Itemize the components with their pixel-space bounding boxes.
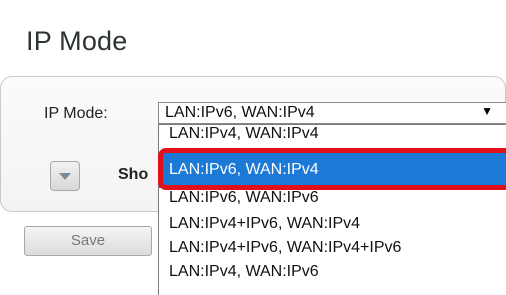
- ip-mode-select[interactable]: LAN:IPv6, WAN:IPv4 ▼: [158, 102, 506, 124]
- dropdown-option-lan-ipv6-wan-ipv6[interactable]: LAN:IPv6, WAN:IPv6: [159, 186, 506, 210]
- dropdown-option-lan-ipv4-wan-ipv4[interactable]: LAN:IPv4, WAN:IPv4: [159, 125, 506, 146]
- expand-toggle-button[interactable]: [50, 161, 80, 191]
- dropdown-option-lan-ipv4ipv6-wan-ipv4ipv6[interactable]: LAN:IPv4+IPv6, WAN:IPv4+IPv6: [159, 236, 506, 260]
- ip-mode-select-value: LAN:IPv6, WAN:IPv4: [165, 104, 315, 121]
- save-button[interactable]: Save: [24, 226, 152, 256]
- page-title: IP Mode: [26, 26, 128, 56]
- ip-mode-dropdown-list: LAN:IPv4, WAN:IPv4 LAN:IPv6, WAN:IPv4 LA…: [158, 124, 506, 295]
- dropdown-option-lan-ipv4ipv6-wan-ipv4[interactable]: LAN:IPv4+IPv6, WAN:IPv4: [159, 212, 506, 236]
- triangle-down-icon: [59, 173, 71, 180]
- ip-mode-label: IP Mode:: [44, 105, 108, 122]
- show-label: Sho: [118, 166, 149, 183]
- dropdown-option-lan-ipv6-wan-ipv4[interactable]: LAN:IPv6, WAN:IPv4: [159, 152, 506, 188]
- dropdown-option-lan-ipv4-wan-ipv6[interactable]: LAN:IPv4, WAN:IPv6: [159, 260, 506, 284]
- chevron-down-icon[interactable]: ▼: [481, 104, 493, 118]
